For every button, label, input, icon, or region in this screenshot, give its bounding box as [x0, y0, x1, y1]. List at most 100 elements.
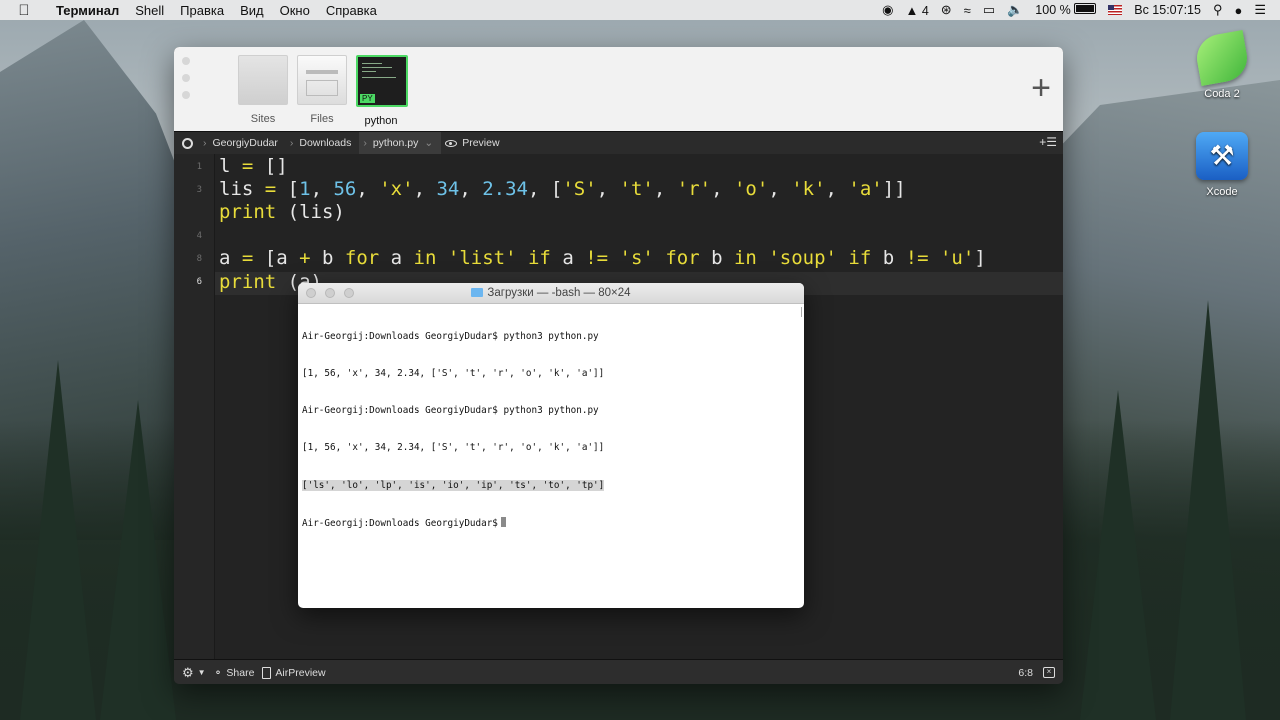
menu-shell[interactable]: Shell: [127, 3, 172, 18]
terminal-line-selected: ['ls', 'lo', 'lp', 'is', 'io', 'ip', 'ts…: [302, 479, 605, 491]
folder-icon: [471, 288, 484, 297]
path-bar: › GeorgiyDudar › Downloads › python.py ⌄ Pre…: [174, 131, 1063, 155]
preview-tab[interactable]: Preview: [441, 132, 507, 154]
line-number: 4: [196, 231, 202, 241]
file-type-tag: PY: [360, 94, 375, 103]
spotlight-search-icon[interactable]: ⚲: [1213, 2, 1223, 18]
share-button[interactable]: ⚬ Share: [214, 667, 255, 679]
terminal-zoom-button[interactable]: [344, 288, 354, 298]
breadcrumb-label: Downloads: [299, 137, 352, 149]
record-icon[interactable]: ◉: [882, 2, 893, 18]
line-number: 6: [196, 277, 202, 287]
airpreview-button[interactable]: AirPreview: [262, 666, 326, 679]
terminal-minimize-button[interactable]: [325, 288, 335, 298]
clear-icon[interactable]: ×: [1043, 667, 1055, 678]
siri-icon[interactable]: ●: [1234, 3, 1242, 18]
python-file-thumbnail: PY: [356, 55, 408, 107]
wallpaper-tree: [20, 360, 96, 720]
window-zoom-button[interactable]: [182, 91, 190, 99]
terminal-line: Air-Georgij:Downloads GeorgiyDudar$ pyth…: [302, 330, 599, 342]
site-tile-sites[interactable]: Sites: [238, 55, 288, 125]
menu-view[interactable]: Вид: [232, 3, 272, 18]
adobe-status[interactable]: ▲ 4: [905, 3, 928, 18]
airplay-icon[interactable]: ▭: [983, 2, 995, 18]
breadcrumb-label: python.py: [372, 137, 419, 149]
notification-center-icon[interactable]: ☰: [1254, 2, 1266, 18]
line-number-gutter: 1 3 4 8 6: [174, 154, 215, 659]
terminal-cursor: [500, 516, 506, 527]
share-icon: ⚬: [213, 666, 223, 679]
xcode-app-icon: ⚒: [1196, 132, 1248, 180]
wallpaper-tree: [100, 400, 176, 720]
sites-bar: Sites Files PY python +: [174, 47, 1063, 131]
terminal-output[interactable]: Air-Georgij:Downloads GeorgiyDudar$ pyth…: [302, 306, 605, 555]
battery-icon: [1074, 3, 1097, 14]
terminal-line: Air-Georgij:Downloads GeorgiyDudar$ pyth…: [302, 405, 599, 417]
site-tile-label: Sites: [250, 113, 276, 125]
line-number: 3: [196, 185, 202, 195]
apple-menu-icon[interactable]: : [0, 2, 48, 19]
code-line: lis = [1, 56, 'x', 34, 2.34, ['S', 't', …: [219, 178, 906, 200]
site-tile-python[interactable]: PY python: [356, 55, 408, 127]
add-site-button[interactable]: +: [1031, 71, 1051, 105]
breadcrumb-file[interactable]: › python.py ⌄: [359, 132, 442, 154]
wifi-icon[interactable]: ≈: [964, 3, 971, 18]
menu-help[interactable]: Справка: [318, 3, 385, 18]
terminal-title: Загрузки — -bash — 80×24: [487, 287, 631, 299]
code-line: l = []: [219, 155, 288, 177]
wallpaper-tree: [1170, 300, 1246, 720]
site-tile-files[interactable]: Files: [297, 55, 347, 125]
input-source-flag-icon[interactable]: [1108, 5, 1123, 15]
site-thumbnail: [238, 55, 288, 105]
chevron-down-icon: ▼: [197, 668, 206, 677]
window-minimize-button[interactable]: [182, 74, 190, 82]
terminal-line: [1, 56, 'x', 34, 2.34, ['S', 't', 'r', '…: [302, 442, 605, 454]
terminal-prompt: Air-Georgij:Downloads GeorgiyDudar$: [302, 517, 498, 529]
eye-icon: [445, 139, 458, 147]
adobe-count: 4: [921, 3, 929, 18]
site-menu-icon[interactable]: [182, 137, 193, 149]
share-label: Share: [226, 666, 255, 679]
gear-icon: ⚙: [182, 664, 194, 680]
chevron-down-icon: ⌄: [424, 137, 434, 149]
split-view-add-icon[interactable]: +☰: [1039, 135, 1057, 149]
desktop-icon-xcode[interactable]: ⚒ Xcode: [1182, 132, 1262, 198]
wallpaper-tree: [1080, 390, 1156, 720]
desktop-icon-label: Xcode: [1206, 186, 1238, 198]
status-bar: ⚙ ▼ ⚬ Share AirPreview 6:8 ×: [174, 659, 1063, 684]
code-line: a = [a + b for a in 'list' if a != 's' f…: [219, 247, 986, 269]
window-close-button[interactable]: [182, 57, 190, 65]
menu-bar:  Терминал Shell Правка Вид Окно Справка…: [0, 0, 1280, 20]
code-line: print (lis): [219, 201, 345, 223]
terminal-window[interactable]: Загрузки — -bash — 80×24 Air-Georgij:Dow…: [298, 283, 804, 608]
terminal-close-button[interactable]: [306, 288, 316, 298]
site-tile-label: python: [364, 115, 398, 127]
menu-app-name[interactable]: Терминал: [48, 3, 127, 18]
site-tile-label: Files: [310, 113, 334, 125]
terminal-scrollbar[interactable]: [801, 307, 802, 317]
breadcrumb-downloads[interactable]: › Downloads: [286, 132, 359, 154]
battery-percent: 100 %: [1035, 3, 1071, 17]
settings-menu[interactable]: ⚙ ▼: [182, 665, 206, 681]
menu-clock[interactable]: Вс 15:07:15: [1134, 3, 1201, 17]
desktop-icon-coda[interactable]: Coda 2: [1182, 30, 1262, 100]
files-icon: [297, 55, 347, 105]
desktop-icon-label: Coda 2: [1204, 88, 1240, 100]
line-number: 8: [196, 254, 202, 264]
breadcrumb-user[interactable]: › GeorgiyDudar: [199, 132, 286, 154]
coda-app-icon: [1193, 30, 1251, 86]
line-number: 1: [196, 162, 202, 172]
airpreview-label: AirPreview: [275, 666, 326, 679]
terminal-titlebar: Загрузки — -bash — 80×24: [298, 283, 804, 304]
terminal-line: [1, 56, 'x', 34, 2.34, ['S', 't', 'r', '…: [302, 368, 605, 380]
cursor-position: 6:8: [1018, 666, 1033, 679]
breadcrumb-label: GeorgiyDudar: [212, 137, 278, 149]
adobe-icon: ▲: [905, 2, 919, 18]
menu-window[interactable]: Окно: [272, 3, 318, 18]
battery-status[interactable]: 100 %: [1035, 3, 1097, 17]
device-icon: [262, 666, 272, 679]
bluetooth-icon[interactable]: ⊛: [941, 2, 952, 18]
volume-icon[interactable]: 🔈: [1007, 2, 1023, 18]
preview-label: Preview: [462, 137, 500, 149]
menu-edit[interactable]: Правка: [172, 3, 232, 18]
